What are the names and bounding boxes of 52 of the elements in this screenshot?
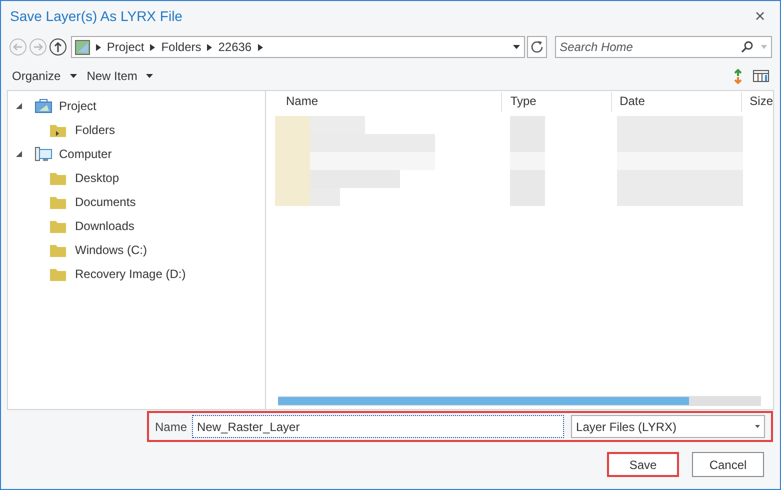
briefcase-icon	[35, 99, 52, 113]
toolbar-menu-button[interactable]: Organize	[12, 67, 77, 85]
tree-item[interactable]: Windows (C:)	[75, 241, 148, 259]
search-icon	[741, 41, 753, 53]
window-title: Save Layer(s) As LYRX File	[10, 6, 184, 26]
name-field[interactable]: New_Raster_Layer	[192, 415, 564, 438]
folder-icon	[50, 268, 66, 280]
column-header[interactable]: Size	[740, 92, 773, 112]
name-label: Name	[155, 418, 188, 436]
folder-icon	[50, 172, 66, 184]
up-icon[interactable]	[48, 38, 67, 56]
tree-item[interactable]: Downloads	[75, 217, 134, 235]
column-header[interactable]: Name	[266, 92, 502, 112]
chevron-icon	[258, 44, 263, 50]
column-header[interactable]: Type	[501, 92, 611, 112]
toolbar-menu-button[interactable]: New Item	[86, 67, 154, 85]
folder-icon	[50, 220, 66, 232]
tree-item[interactable]: Folders	[75, 121, 116, 139]
sort-arrows-icon[interactable]	[733, 68, 743, 84]
breadcrumb-item[interactable]: Folders	[161, 38, 202, 56]
dropdown-icon[interactable]	[512, 45, 520, 49]
expand-triangle-icon[interactable]	[15, 102, 23, 110]
folder-icon	[50, 124, 66, 136]
folder-icon	[50, 196, 66, 208]
column-header[interactable]: Date	[610, 92, 741, 112]
caret-icon	[70, 74, 77, 78]
breadcrumb-item[interactable]: 22636	[218, 38, 252, 56]
tree-item[interactable]: Desktop	[75, 169, 120, 187]
view-layout-icon[interactable]	[753, 70, 769, 82]
chevron-icon	[207, 44, 212, 50]
dialog-button[interactable]: Cancel	[692, 452, 764, 477]
computer-icon	[35, 146, 52, 162]
close-button[interactable]: ×	[749, 7, 771, 25]
search-field[interactable]: Search Home	[554, 36, 772, 58]
map-icon	[74, 40, 90, 54]
tree-item[interactable]: Documents	[75, 193, 136, 211]
breadcrumb-item[interactable]: Project	[106, 38, 144, 56]
expand-triangle-icon[interactable]	[15, 150, 23, 158]
tree-item[interactable]: Project	[59, 97, 96, 115]
tree-item[interactable]: Computer	[59, 145, 112, 163]
file-type-dropdown[interactable]: Layer Files (LYRX)	[571, 415, 765, 438]
refresh-icon	[530, 40, 544, 54]
folder-icon	[50, 244, 66, 256]
horizontal-scrollbar[interactable]	[278, 396, 761, 406]
tree-item[interactable]: Recovery Image (D:)	[75, 265, 186, 283]
chevron-icon	[96, 44, 101, 50]
address-bar[interactable]: Project Folders 22636	[70, 36, 525, 58]
refresh-button[interactable]	[526, 36, 547, 58]
chevron-icon	[150, 44, 156, 50]
caret-icon	[146, 74, 154, 78]
dialog-button[interactable]: Save	[607, 452, 679, 477]
caret-icon	[755, 425, 760, 428]
